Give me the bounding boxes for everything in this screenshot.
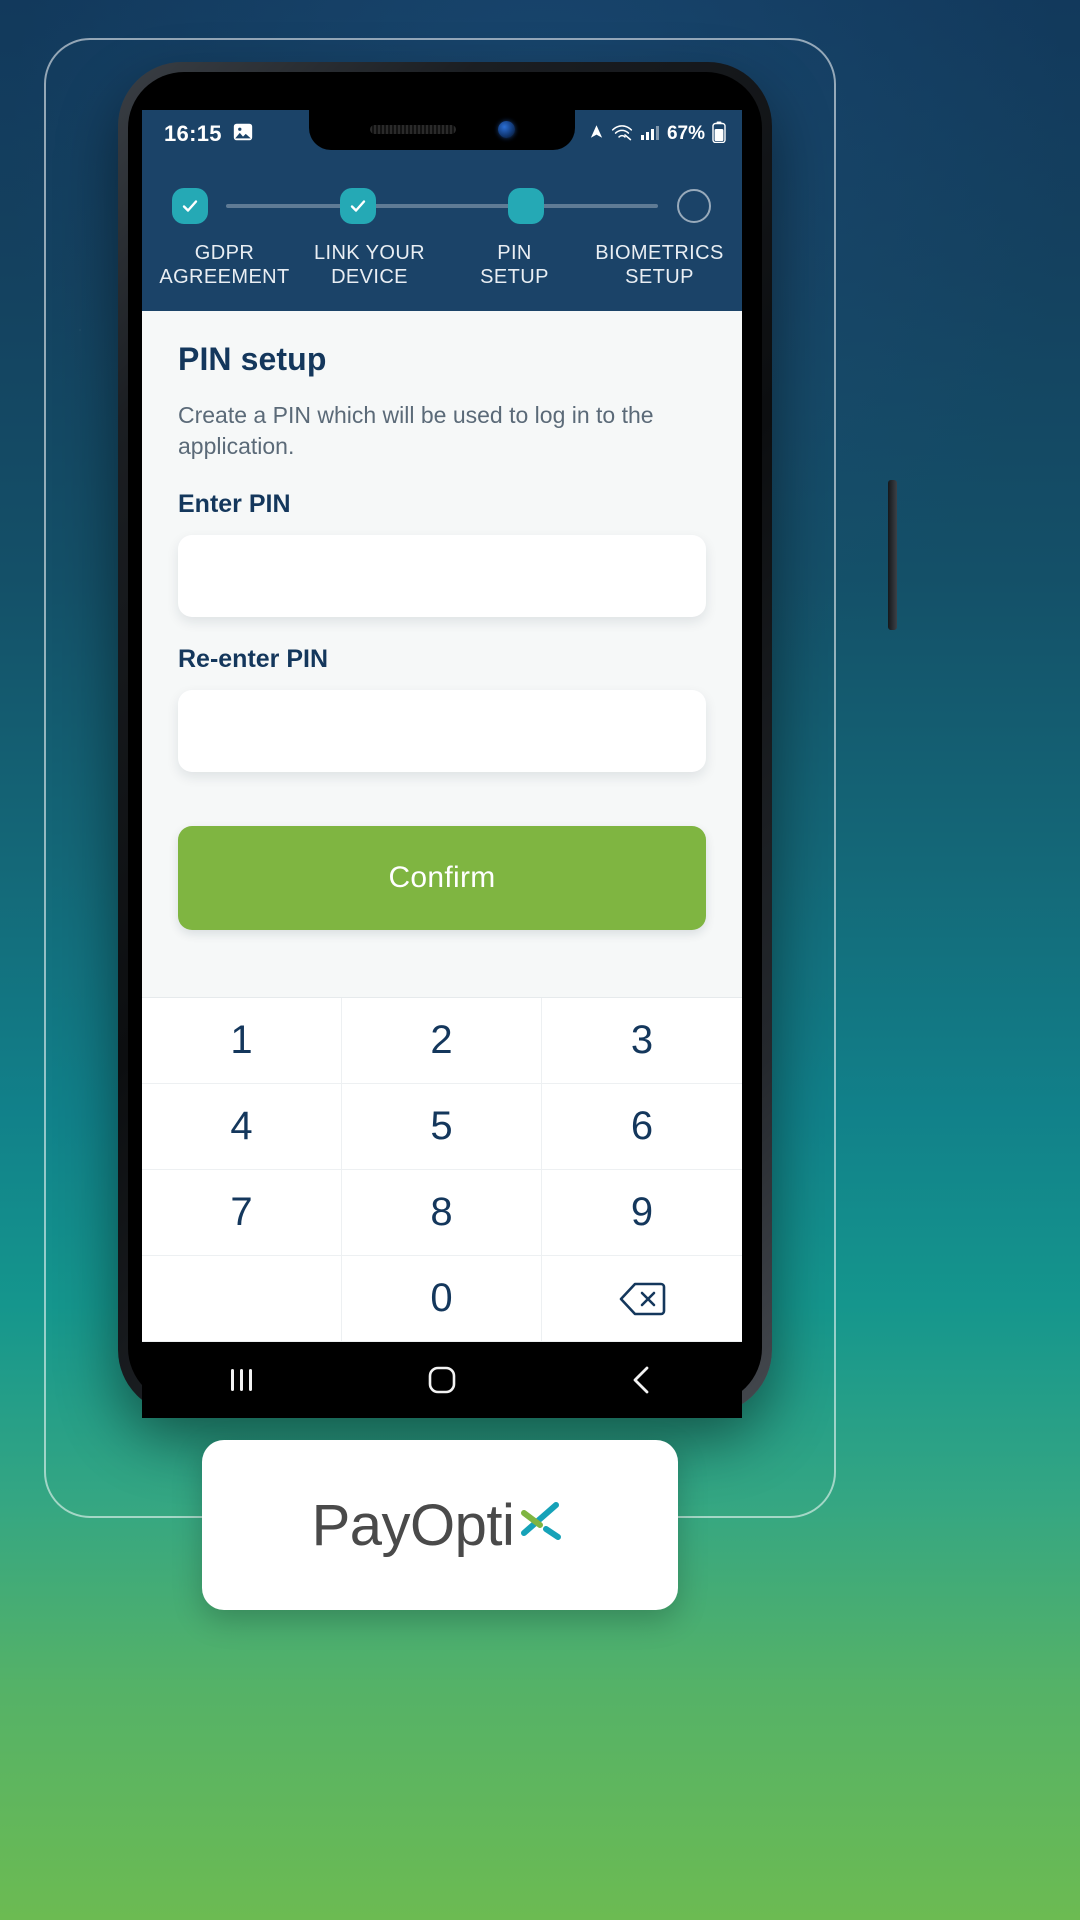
phone-screen: 16:15 67% GDPR AGREEMENT LINK YOUR DEVIC…: [142, 110, 742, 1342]
check-icon: [340, 188, 376, 224]
keypad-key-3[interactable]: 3: [542, 998, 742, 1084]
pin-setup-form: PIN setup Create a PIN which will be use…: [142, 311, 742, 1014]
power-button: [888, 480, 897, 630]
keypad-key-0[interactable]: 0: [342, 1256, 542, 1342]
keypad-key-blank: [142, 1256, 342, 1342]
wifi-calling-icon: [611, 123, 633, 146]
numeric-keypad: 1 2 3 4 5 6 7 8 9 0: [142, 997, 742, 1342]
logo-text: PayOpti: [311, 1492, 515, 1558]
reenter-pin-label: Re-enter PIN: [178, 644, 329, 673]
android-navigation-bar: [142, 1342, 742, 1418]
stepper-label-line2: SETUP: [480, 265, 549, 288]
keypad-key-4[interactable]: 4: [142, 1084, 342, 1170]
keypad-key-2[interactable]: 2: [342, 998, 542, 1084]
logo-x-mark-icon: [516, 1492, 568, 1559]
status-bar-left: 16:15: [164, 121, 254, 148]
stepper-labels: GDPR AGREEMENT LINK YOUR DEVICE PIN SETU…: [152, 242, 732, 289]
keypad-key-9[interactable]: 9: [542, 1170, 742, 1256]
stepper-label-line1: BIOMETRICS: [595, 242, 724, 264]
stepper-label-line2: DEVICE: [331, 265, 408, 288]
page-title: PIN setup: [178, 341, 327, 378]
current-step-dot: [508, 188, 544, 224]
reenter-pin-input[interactable]: [178, 689, 706, 772]
enter-pin-label: Enter PIN: [178, 489, 291, 518]
page-description: Create a PIN which will be used to log i…: [178, 402, 654, 459]
stepper-node-gdpr-agreement[interactable]: [168, 184, 212, 228]
status-bar-right: 67%: [589, 121, 726, 148]
stepper-label-biometrics-setup: BIOMETRICS SETUP: [587, 242, 732, 289]
stepper-label-line2: AGREEMENT: [159, 265, 290, 288]
confirm-button-wrap: Confirm: [178, 825, 706, 930]
keypad-key-1[interactable]: 1: [142, 998, 342, 1084]
device-notch: [309, 110, 575, 150]
pending-step-circle: [677, 189, 711, 223]
battery-icon: [712, 121, 726, 148]
stepper-label-gdpr-agreement: GDPR AGREEMENT: [152, 242, 297, 289]
confirm-button[interactable]: Confirm: [178, 825, 706, 930]
keypad-key-5[interactable]: 5: [342, 1084, 542, 1170]
onboarding-stepper: GDPR AGREEMENT LINK YOUR DEVICE PIN SETU…: [142, 158, 742, 312]
keypad-key-6[interactable]: 6: [542, 1084, 742, 1170]
battery-percent-label: 67%: [666, 123, 705, 144]
earpiece-speaker: [369, 124, 456, 134]
stepper-label-line2: SETUP: [625, 265, 694, 288]
image-icon: [232, 121, 254, 148]
keypad-key-7[interactable]: 7: [142, 1170, 342, 1256]
stepper-label-line1: PIN: [497, 242, 532, 264]
keypad-key-backspace[interactable]: [542, 1256, 742, 1342]
stepper-rail-wrap: [168, 184, 716, 228]
signal-icon: [640, 123, 660, 146]
stepper-label-link-your-device: LINK YOUR DEVICE: [297, 242, 442, 289]
stepper-node-biometrics-setup[interactable]: [672, 184, 716, 228]
stepper-label-pin-setup: PIN SETUP: [442, 242, 587, 289]
stepper-label-line1: GDPR: [194, 242, 255, 264]
backspace-icon: [618, 1281, 666, 1317]
front-camera: [497, 120, 515, 138]
back-button[interactable]: [602, 1355, 682, 1405]
stepper-label-line1: LINK YOUR: [313, 242, 426, 264]
enter-pin-input[interactable]: [178, 534, 706, 617]
status-bar: 16:15 67%: [142, 110, 742, 158]
keypad-key-8[interactable]: 8: [342, 1170, 542, 1256]
check-icon: [172, 188, 208, 224]
payoptix-logo: PayOpti: [312, 1492, 569, 1559]
stepper-node-pin-setup[interactable]: [504, 184, 548, 228]
payoptix-logo-card: PayOpti: [202, 1440, 678, 1610]
stepper-node-link-your-device[interactable]: [336, 184, 380, 228]
stepper-nodes: [168, 184, 716, 228]
location-icon: [589, 124, 604, 144]
home-button[interactable]: [402, 1355, 482, 1405]
recent-apps-button[interactable]: [202, 1355, 282, 1405]
status-clock: 16:15: [164, 121, 222, 146]
